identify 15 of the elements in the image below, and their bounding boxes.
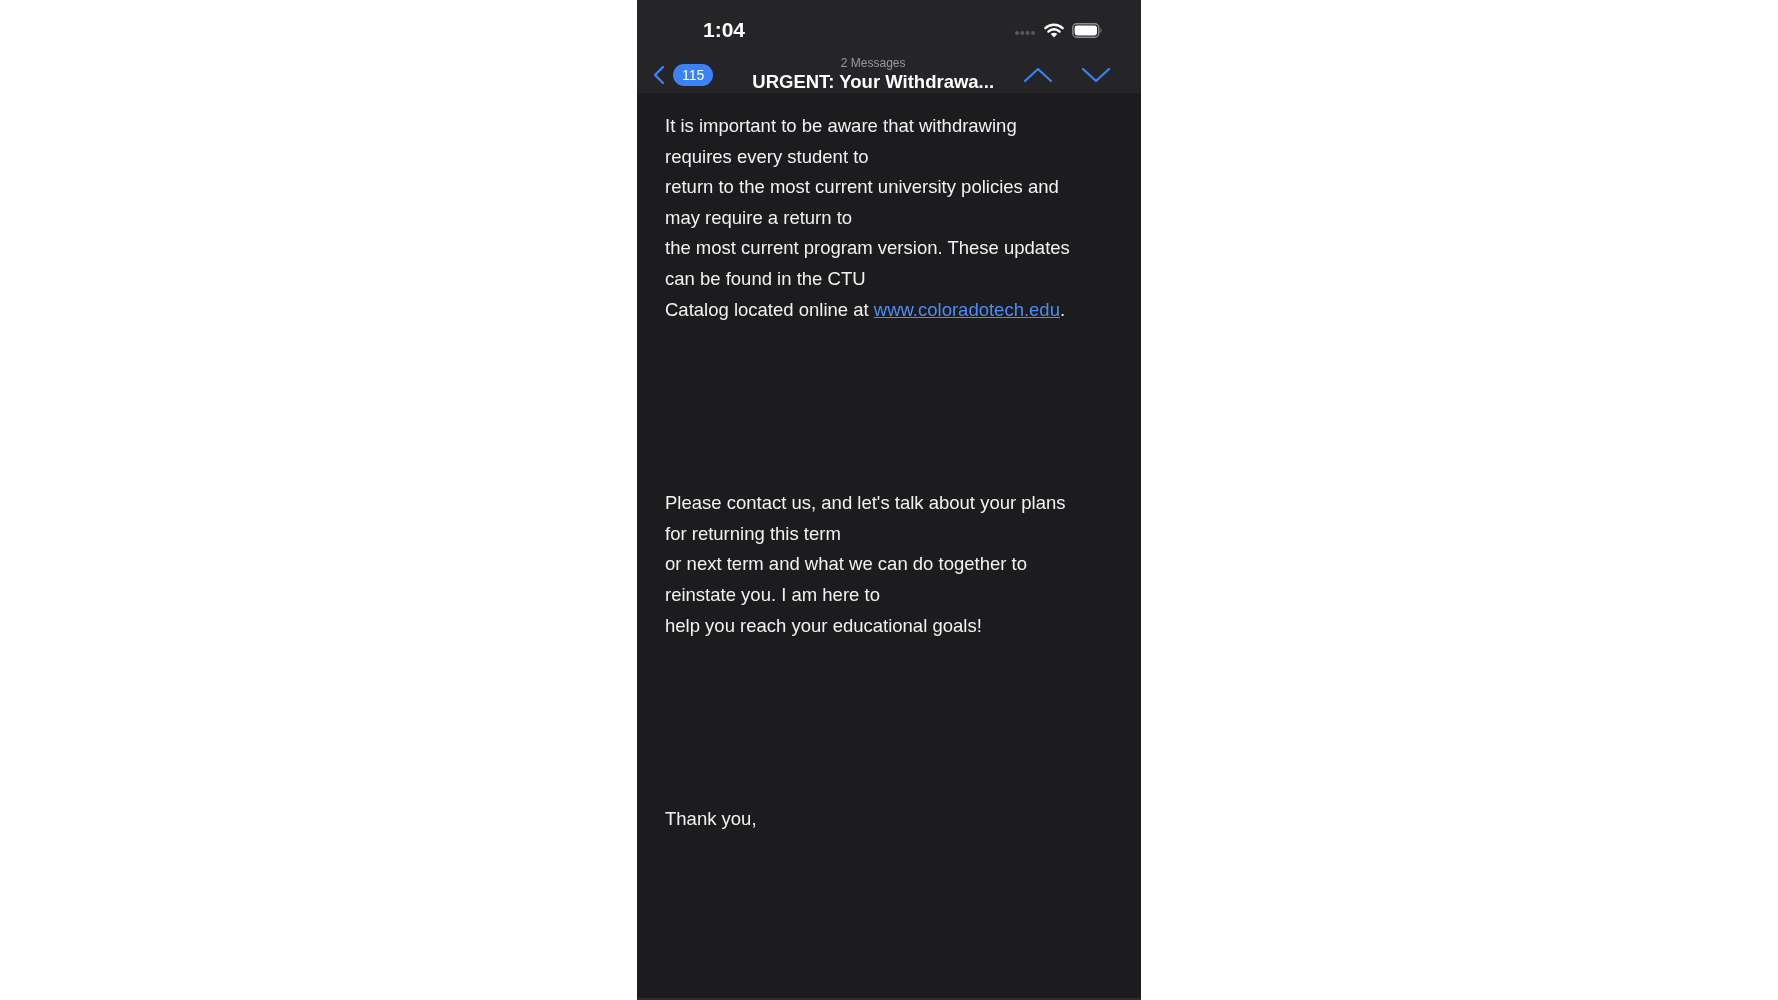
status-time: 1:04 [703, 18, 746, 42]
back-chevron-icon [653, 64, 665, 85]
website-link[interactable]: www.coloradotech.edu [873, 298, 1060, 320]
battery-icon [1072, 22, 1103, 38]
up-chevron-icon [1023, 66, 1053, 83]
message-paragraph: It is important to be aware that withdrawing requires every student to return to the most current university policies and may require a return to the most current program version. These updates can be found in the CTU Catalog located online at www.coloradotech.edu. [665, 114, 1071, 322]
no-signal-icon [1014, 30, 1036, 36]
down-chevron-icon [1081, 66, 1111, 83]
message-count: 2 Messages [840, 56, 906, 70]
message-paragraph: Thank you, [665, 807, 758, 832]
wifi-icon [1044, 22, 1064, 38]
unread-count-badge: 115 [673, 63, 714, 86]
message-paragraph: Please contact us, and let's talk about your plans for returning this term or next term and what we can do together to reinstate you. I am here to help you reach your educational goals! [665, 491, 1067, 638]
thread-title: URGENT: Your Withdrawa... [752, 71, 995, 93]
back-button[interactable]: 115 [653, 63, 714, 86]
